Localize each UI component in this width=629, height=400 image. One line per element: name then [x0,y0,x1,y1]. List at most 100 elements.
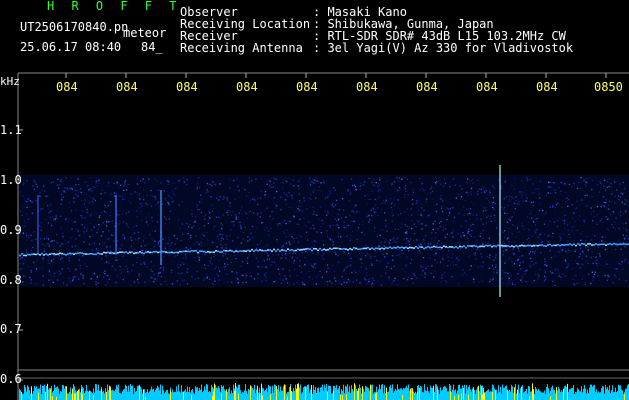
noise-dot [327,212,329,214]
noise-dot [35,183,37,185]
noise-dot [247,240,249,242]
noise-dot [625,229,628,231]
carrier-dot [577,243,579,245]
noise-dot [622,193,624,195]
noise-dot [338,245,341,247]
floor-bar [228,389,229,400]
noise-dot [177,263,179,265]
floor-bar [22,393,23,400]
floor-peak [78,389,79,400]
floor-peak [212,396,213,400]
noise-dot [22,184,24,186]
noise-dot [431,265,433,267]
noise-dot [381,259,384,261]
floor-bar [59,393,60,400]
noise-dot [392,255,394,257]
noise-dot [106,246,108,248]
floor-bar [459,384,460,400]
noise-dot [465,220,467,222]
noise-dot [260,190,263,193]
noise-dot [296,223,298,225]
carrier-dot [391,247,393,250]
noise-dot [33,261,35,263]
noise-dot [300,235,302,238]
noise-dot [49,216,51,218]
noise-dot [104,273,106,275]
noise-dot [580,177,582,179]
noise-dot [596,223,598,225]
noise-dot [304,263,306,266]
noise-dot [168,247,171,250]
noise-dot [42,243,44,246]
noise-dot [525,200,527,202]
noise-dot [22,195,24,197]
noise-dot [239,221,241,223]
noise-dot [441,218,443,220]
noise-dot [377,190,379,192]
noise-dot [373,208,375,210]
floor-bar [163,389,164,400]
noise-dot [220,228,223,230]
noise-dot [583,200,585,202]
floor-bar [231,390,232,400]
noise-dot [382,200,384,203]
floor-peak [262,395,263,400]
carrier-dot [27,253,29,256]
noise-dot [156,203,158,205]
noise-dot [439,225,441,228]
carrier-dot [19,254,21,257]
floor-peak [250,385,251,400]
freq-tick-label: 0.6 [0,372,22,386]
noise-dot [374,250,376,252]
noise-dot [603,205,605,207]
noise-dot [391,283,393,285]
noise-dot [373,231,376,233]
floor-bar [460,388,461,400]
noise-dot [43,249,46,251]
noise-dot [22,281,24,283]
floor-peak [529,396,530,400]
noise-dot [36,260,38,262]
noise-dot [121,244,123,246]
noise-dot [170,186,172,188]
noise-dot [197,255,200,257]
noise-dot [467,237,469,239]
noise-dot [377,197,379,200]
noise-dot [493,268,495,270]
noise-dot [422,257,425,259]
noise-dot [87,211,89,214]
noise-dot [509,200,511,202]
floor-bar [51,385,52,400]
freq-tick-label: 1.0 [0,173,22,187]
noise-dot [237,185,239,187]
noise-dot [470,187,473,189]
noise-dot [333,187,335,189]
carrier-dot [497,244,499,247]
floor-peak [238,393,239,400]
noise-dot [115,281,118,283]
carrier-dot [347,249,349,251]
noise-dot [253,212,255,214]
carrier-dot [451,246,453,248]
noise-dot [140,210,142,212]
noise-dot [132,234,134,236]
noise-dot [238,189,240,191]
noise-dot [371,215,373,217]
noise-dot [157,244,159,246]
noise-dot [435,252,437,255]
floor-bar [23,393,24,400]
noise-dot [169,210,172,212]
noise-dot [391,202,393,204]
noise-dot [257,261,259,263]
noise-dot [503,282,505,285]
noise-dot [372,277,374,280]
carrier-dot [297,248,299,251]
noise-dot [298,180,300,182]
floor-bar [223,385,224,400]
noise-dot [341,283,343,285]
noise-dot [594,261,596,263]
noise-dot [478,188,480,190]
carrier-dot [195,250,197,252]
floor-bar [534,393,535,400]
noise-dot [313,244,315,247]
